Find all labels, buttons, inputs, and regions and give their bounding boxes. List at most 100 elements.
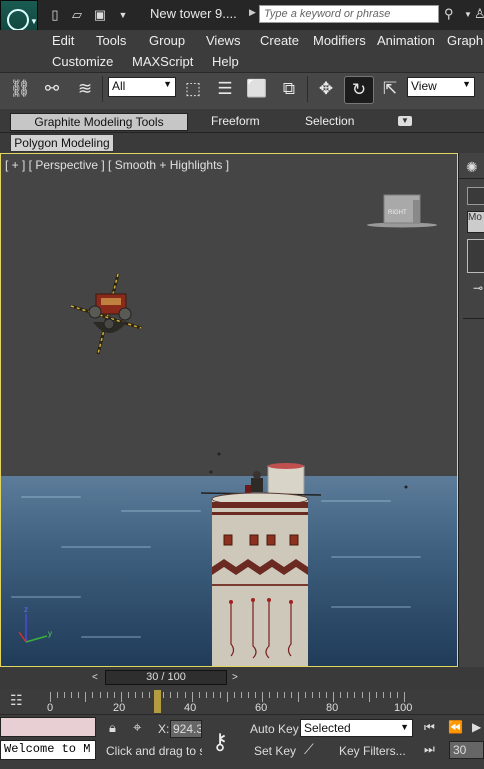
menu-animation[interactable]: Animation bbox=[377, 33, 435, 48]
move-icon[interactable]: ✥ bbox=[313, 76, 339, 102]
track-tick bbox=[212, 692, 214, 698]
previous-frame-icon[interactable]: < bbox=[92, 672, 98, 683]
pin-stack-icon[interactable]: ⊸ bbox=[473, 281, 483, 295]
track-tick bbox=[269, 692, 271, 698]
menu-graph[interactable]: Graph bbox=[447, 33, 483, 48]
current-frame-marker[interactable] bbox=[154, 690, 161, 713]
menu-maxscript[interactable]: MAXScript bbox=[132, 54, 193, 69]
search-dropdown-icon[interactable]: ▼ bbox=[464, 10, 472, 19]
key-mode-toggle-icon[interactable]: ⏭ bbox=[424, 742, 435, 757]
absolute-transform-icon[interactable]: ⌖ bbox=[133, 719, 141, 736]
account-icon[interactable]: ♙ bbox=[474, 6, 484, 22]
ribbon-minimize-icon[interactable]: ▼ bbox=[398, 116, 412, 126]
rotate-icon[interactable]: ↻ bbox=[344, 76, 374, 104]
window-crossing-icon[interactable]: ⧉ bbox=[276, 76, 302, 102]
key-filters-button[interactable]: Key Filters... bbox=[339, 744, 406, 758]
track-tick bbox=[170, 692, 172, 698]
track-tick bbox=[85, 692, 87, 702]
perspective-viewport[interactable]: [ + ] [ Perspective ] [ Smooth + Highlig… bbox=[0, 153, 458, 667]
select-by-name-icon[interactable]: ☰ bbox=[212, 76, 238, 102]
reference-coordinate-dropdown[interactable]: View ▼ bbox=[407, 77, 475, 97]
track-tick bbox=[326, 692, 328, 698]
time-slider-bar bbox=[0, 667, 484, 689]
track-tick bbox=[241, 692, 243, 698]
search-input[interactable] bbox=[259, 5, 439, 23]
tab-freeform[interactable]: Freeform bbox=[211, 114, 260, 128]
menu-tools[interactable]: Tools bbox=[96, 33, 126, 48]
track-tick bbox=[368, 692, 370, 702]
new-file-icon[interactable]: ▯ bbox=[47, 7, 63, 23]
menu-customize[interactable]: Customize bbox=[52, 54, 113, 69]
track-tick bbox=[347, 692, 349, 698]
polygon-modeling-panel-button[interactable]: Polygon Modeling bbox=[10, 134, 114, 152]
rectangular-selection-icon[interactable]: ⬜ bbox=[244, 76, 270, 102]
link-icon[interactable]: ⛓ bbox=[7, 76, 33, 102]
current-frame-field[interactable]: 30 bbox=[449, 741, 484, 759]
track-tick bbox=[276, 692, 278, 698]
next-frame-icon[interactable]: > bbox=[232, 672, 238, 683]
track-tick bbox=[396, 692, 398, 698]
save-icon[interactable]: ▣ bbox=[92, 7, 108, 23]
track-tick bbox=[64, 692, 66, 698]
window-title: New tower 9.... bbox=[150, 6, 237, 21]
auto-key-button[interactable]: Auto Key bbox=[250, 722, 299, 736]
play-icon[interactable]: ▶ bbox=[472, 720, 481, 734]
track-tick bbox=[142, 692, 144, 698]
reference-coordinate-value: View bbox=[411, 79, 437, 93]
tower-object bbox=[200, 463, 322, 666]
menu-create[interactable]: Create bbox=[260, 33, 299, 48]
object-name-field[interactable] bbox=[467, 187, 484, 205]
menu-modifiers[interactable]: Modifiers bbox=[313, 33, 366, 48]
app-logo-icon bbox=[7, 9, 29, 31]
default-tangents-icon[interactable]: ⟋ bbox=[304, 741, 314, 758]
chevron-down-icon: ▼ bbox=[163, 79, 172, 89]
maxscript-mini-listener-input[interactable] bbox=[0, 717, 96, 737]
track-tick bbox=[120, 692, 122, 702]
maxscript-listener-output[interactable]: Welcome to M bbox=[0, 740, 96, 760]
modifier-stack-box[interactable] bbox=[467, 239, 484, 273]
scale-icon[interactable]: ⇱ bbox=[377, 76, 403, 102]
track-tick bbox=[319, 692, 321, 698]
menu-group[interactable]: Group bbox=[149, 33, 185, 48]
track-tick bbox=[255, 692, 257, 698]
prompt-line: Click and drag to se bbox=[106, 744, 202, 758]
search-expand-icon[interactable]: ▶ bbox=[249, 7, 256, 18]
track-tick bbox=[375, 692, 377, 698]
selection-filter-dropdown[interactable]: All ▼ bbox=[108, 77, 176, 97]
menu-views[interactable]: Views bbox=[206, 33, 240, 48]
key-mode-dropdown[interactable]: Selected ▼ bbox=[300, 719, 413, 737]
quick-access-dropdown-icon[interactable]: ▼ bbox=[115, 7, 131, 23]
track-tick bbox=[389, 692, 391, 698]
gear-icon[interactable]: ✺ bbox=[466, 159, 478, 176]
menu-edit[interactable]: Edit bbox=[52, 33, 74, 48]
previous-key-icon[interactable]: ⏪ bbox=[448, 720, 463, 734]
track-tick bbox=[99, 692, 101, 698]
viewcube[interactable]: RIGHT bbox=[367, 194, 437, 228]
track-tick bbox=[248, 692, 250, 698]
track-tick bbox=[297, 692, 299, 702]
unlink-icon[interactable]: ⚯ bbox=[39, 76, 65, 102]
tab-graphite-modeling-tools[interactable]: Graphite Modeling Tools bbox=[10, 113, 188, 131]
track-tick bbox=[163, 692, 165, 698]
toolbar-separator bbox=[307, 76, 308, 102]
x-coordinate-field[interactable]: 924.3 bbox=[170, 720, 202, 738]
mini-curve-editor-icon[interactable]: ☷ bbox=[10, 692, 23, 709]
track-tick bbox=[340, 692, 342, 698]
tick-label: 0 bbox=[47, 702, 54, 714]
set-key-button[interactable]: Set Key bbox=[254, 744, 296, 758]
go-to-start-icon[interactable]: ⏮ bbox=[424, 720, 435, 735]
lock-selection-icon[interactable]: 🔒︎ bbox=[109, 720, 116, 736]
track-tick bbox=[92, 692, 94, 698]
toolbar-separator bbox=[102, 76, 103, 102]
bind-space-warp-icon[interactable]: ≋ bbox=[72, 76, 98, 102]
menu-help[interactable]: Help bbox=[212, 54, 239, 69]
open-file-icon[interactable]: ▱ bbox=[69, 7, 85, 23]
select-object-icon[interactable]: ⬚ bbox=[180, 76, 206, 102]
binoculars-icon[interactable]: ⚲ bbox=[444, 6, 454, 22]
modifier-list-dropdown[interactable]: Mo bbox=[467, 211, 484, 233]
track-tick bbox=[71, 692, 73, 698]
tab-selection[interactable]: Selection bbox=[305, 114, 354, 128]
track-tick bbox=[106, 692, 108, 698]
key-icon[interactable]: ⚷ bbox=[212, 729, 228, 755]
selection-filter-value: All bbox=[112, 79, 126, 93]
